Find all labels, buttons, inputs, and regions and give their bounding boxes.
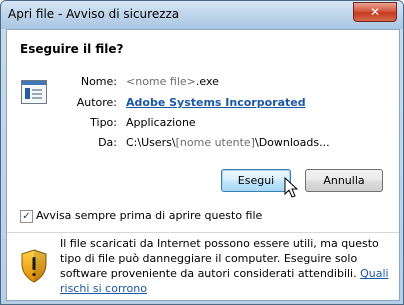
- from-value: C:\Users\[nome utente]\Downloads...: [126, 136, 330, 149]
- author-label: Autore:: [76, 96, 117, 109]
- type-value: Applicazione: [126, 116, 196, 129]
- always-warn-label[interactable]: Avvisa sempre prima di aprire questo fil…: [36, 209, 262, 222]
- always-warn-checkbox[interactable]: ✓: [20, 210, 33, 223]
- dialog-heading: Eseguire il file?: [20, 42, 124, 56]
- window-title: Apri file - Avviso di sicurezza: [8, 7, 180, 21]
- notice-text: Il file scaricati da Internet possono es…: [60, 237, 379, 280]
- from-suffix: \Downloads...: [254, 136, 330, 149]
- mouse-cursor-icon: [284, 177, 298, 198]
- cancel-button-label: Annulla: [323, 174, 365, 187]
- title-bar[interactable]: Apri file - Avviso di sicurezza ✕: [1, 1, 403, 29]
- warning-shield-icon: [21, 249, 47, 283]
- security-warning-window: Apri file - Avviso di sicurezza ✕ Esegui…: [0, 0, 404, 305]
- name-label: Nome:: [80, 75, 117, 88]
- divider: [7, 232, 399, 233]
- name-extension: .exe: [195, 75, 219, 88]
- type-label: Tipo:: [90, 116, 117, 129]
- name-value: <nome file>.exe: [126, 75, 219, 88]
- close-button[interactable]: ✕: [353, 2, 397, 22]
- checkmark-icon: ✓: [22, 210, 31, 222]
- author-link[interactable]: Adobe Systems Incorporated: [126, 96, 306, 109]
- name-placeholder: <nome file>: [126, 75, 196, 88]
- from-prefix: C:\Users\: [126, 136, 176, 149]
- security-notice: Il file scaricati da Internet possono es…: [60, 236, 390, 296]
- run-button[interactable]: Esegui: [221, 169, 291, 192]
- cancel-button[interactable]: Annulla: [305, 169, 383, 192]
- from-label: Da:: [98, 136, 117, 149]
- dialog-body: Eseguire il file? Nome: <nome file>.exe …: [6, 29, 400, 301]
- close-icon: ✕: [369, 5, 381, 19]
- from-placeholder: [nome utente]: [175, 136, 255, 149]
- run-button-label: Esegui: [237, 174, 275, 187]
